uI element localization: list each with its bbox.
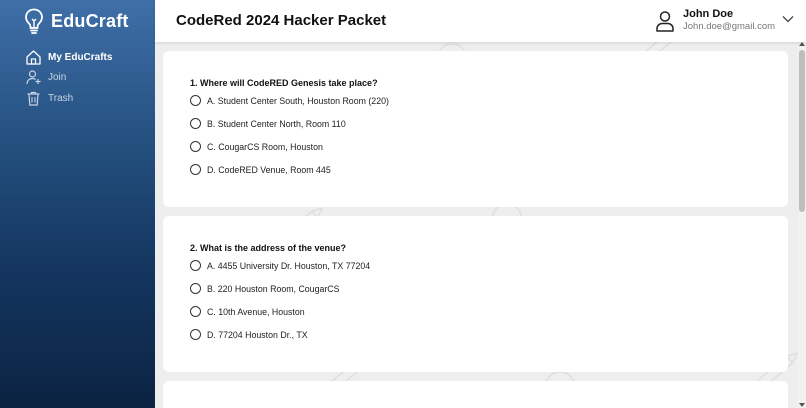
sidebar: EduCraft My EduCrafts Join Trash: [0, 0, 155, 408]
question-card: [163, 381, 788, 408]
option-label: D. 77204 Houston Dr., TX: [207, 329, 308, 340]
question-card: 2. What is the address of the venue? A. …: [163, 216, 788, 372]
radio-button[interactable]: [190, 306, 201, 317]
option-label: A. 4455 University Dr. Houston, TX 77204: [207, 260, 371, 271]
sidebar-item-my-educrafts[interactable]: My EduCrafts: [25, 47, 112, 67]
answer-option[interactable]: B. Student Center North, Room 110: [190, 118, 346, 129]
answer-option[interactable]: B. 220 Houston Room, CougarCS: [190, 283, 340, 294]
radio-button[interactable]: [190, 118, 201, 129]
question-text: 1. Where will CodeRED Genesis take place…: [190, 78, 378, 88]
option-label: D. CodeRED Venue, Room 445: [207, 164, 331, 175]
brand-name: EduCraft: [51, 10, 129, 31]
add-user-icon: [26, 70, 41, 85]
user-email: John.doe@gmail.com: [683, 21, 776, 32]
page-title: CodeRed 2024 Hacker Packet: [176, 12, 387, 29]
scroll-up-arrow[interactable]: [799, 42, 805, 46]
trash-icon: [27, 91, 40, 106]
vertical-scrollbar[interactable]: [798, 42, 806, 408]
answer-option[interactable]: D. CodeRED Venue, Room 445: [190, 164, 331, 175]
radio-button[interactable]: [190, 95, 201, 106]
radio-button[interactable]: [190, 260, 201, 271]
home-icon: [26, 49, 41, 65]
answer-option[interactable]: C. CougarCS Room, Houston: [190, 141, 323, 152]
user-name: John Doe: [683, 8, 734, 20]
radio-button[interactable]: [190, 164, 201, 175]
user-menu[interactable]: John Doe John.doe@gmail.com: [655, 7, 794, 33]
sidebar-item-trash[interactable]: Trash: [25, 88, 112, 108]
question-text: 2. What is the address of the venue?: [190, 243, 347, 253]
answer-option[interactable]: A. Student Center South, Houston Room (2…: [190, 95, 389, 106]
option-label: B. Student Center North, Room 110: [207, 118, 346, 129]
user-info: John Doe John.doe@gmail.com: [683, 7, 775, 33]
chevron-down-icon[interactable]: [782, 15, 794, 23]
sidebar-item-label: My EduCrafts: [48, 51, 113, 63]
sidebar-item-label: Trash: [48, 92, 74, 104]
option-label: C. 10th Avenue, Houston: [207, 306, 305, 317]
radio-button[interactable]: [190, 329, 201, 340]
top-header: CodeRed 2024 Hacker Packet John Doe John…: [155, 0, 806, 42]
user-icon: [656, 11, 674, 32]
scrollbar-thumb[interactable]: [799, 50, 805, 212]
answer-option[interactable]: D. 77204 Houston Dr., TX: [190, 329, 308, 340]
brand[interactable]: EduCraft: [24, 8, 129, 34]
radio-button[interactable]: [190, 141, 201, 152]
sidebar-item-join[interactable]: Join: [25, 68, 112, 88]
sidebar-item-label: Join: [48, 72, 67, 83]
lightbulb-icon: [25, 8, 43, 34]
sidebar-nav: My EduCrafts Join Trash: [25, 47, 112, 109]
option-label: C. CougarCS Room, Houston: [207, 141, 323, 152]
scroll-down-arrow[interactable]: [799, 403, 805, 407]
option-label: B. 220 Houston Room, CougarCS: [207, 283, 340, 294]
question-card: 1. Where will CodeRED Genesis take place…: [163, 51, 788, 207]
answer-option[interactable]: A. 4455 University Dr. Houston, TX 77204: [190, 260, 370, 271]
main-content: 1. Where will CodeRED Genesis take place…: [155, 42, 798, 408]
radio-button[interactable]: [190, 283, 201, 294]
option-label: A. Student Center South, Houston Room (2…: [207, 95, 389, 106]
answer-option[interactable]: C. 10th Avenue, Houston: [190, 306, 305, 317]
